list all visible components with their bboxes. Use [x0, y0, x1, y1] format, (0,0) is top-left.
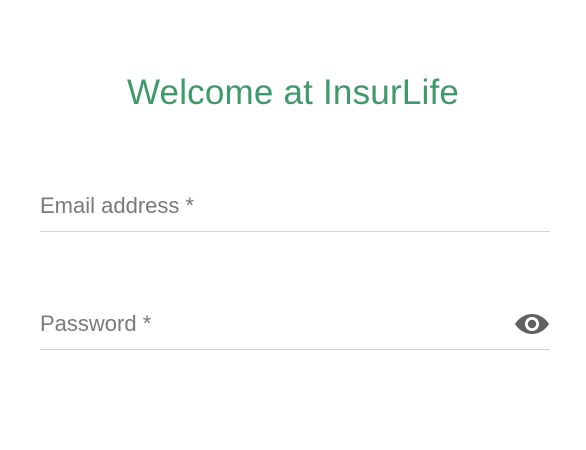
password-field[interactable]: Password * [40, 305, 550, 350]
login-card: Welcome at InsurLife Email address * Pas… [0, 0, 586, 450]
eye-icon [515, 314, 549, 334]
email-field[interactable]: Email address * [40, 187, 550, 232]
password-input[interactable] [40, 315, 550, 345]
email-input[interactable] [40, 197, 550, 227]
page-title: Welcome at InsurLife [126, 73, 460, 112]
show-password-button[interactable] [514, 311, 550, 337]
